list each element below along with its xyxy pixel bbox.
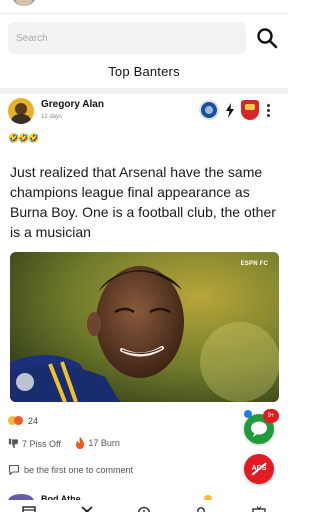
nav-profile-icon[interactable] <box>194 506 208 512</box>
reaction-count: 24 <box>28 415 39 426</box>
nav-versus-icon[interactable] <box>80 506 94 512</box>
comment-prompt-label: be the first one to comment <box>24 465 134 475</box>
nav-home-icon[interactable] <box>22 506 36 512</box>
arsenal-badge-icon[interactable] <box>241 100 259 120</box>
image-watermark: ESPN FC <box>240 261 268 267</box>
piss-off-button[interactable]: 7 Piss Off <box>8 438 61 449</box>
piss-off-label: 7 Piss Off <box>22 438 61 449</box>
post-photo <box>10 252 279 402</box>
nav-add-icon[interactable] <box>137 506 151 512</box>
thumbs-down-icon <box>8 438 19 449</box>
comment-icon <box>8 464 20 476</box>
ads-fab-button[interactable]: ADS <box>244 454 274 484</box>
club-rivalry <box>199 100 263 122</box>
post-time: 12 days <box>41 114 63 120</box>
reaction-summary[interactable]: 24 <box>8 412 38 426</box>
author-avatar[interactable] <box>8 98 34 124</box>
post-emojis: 🤣🤣🤣 <box>8 133 40 143</box>
comment-prompt[interactable]: be the first one to comment <box>8 464 133 476</box>
section-title: Top Banters <box>108 64 180 79</box>
lightning-icon <box>226 103 234 118</box>
post-image[interactable]: ESPN FC <box>10 252 279 402</box>
next-post-peek: Bod Athe <box>0 490 288 508</box>
search-input[interactable] <box>8 22 246 54</box>
nav-tv-icon[interactable] <box>252 506 266 512</box>
search-icon[interactable] <box>255 26 279 50</box>
ads-label: ADS <box>251 465 267 472</box>
bottom-nav <box>0 500 288 512</box>
more-options-icon[interactable] <box>266 104 272 120</box>
post-actions: 7 Piss Off 17 Burn <box>8 436 130 450</box>
chat-badge: 9+ <box>263 409 279 423</box>
top-bar <box>0 0 288 14</box>
burn-label: 17 Burn <box>88 438 120 448</box>
fire-reaction-icon <box>14 416 23 426</box>
author-name[interactable]: Gregory Alan <box>41 99 104 110</box>
burn-button[interactable]: 17 Burn <box>75 437 120 449</box>
post-text: Just realized that Arsenal have the same… <box>10 164 276 240</box>
flame-icon <box>76 437 85 449</box>
previous-post-avatar[interactable] <box>12 0 36 6</box>
chelsea-badge-icon[interactable] <box>199 100 219 120</box>
search-row <box>0 22 288 54</box>
